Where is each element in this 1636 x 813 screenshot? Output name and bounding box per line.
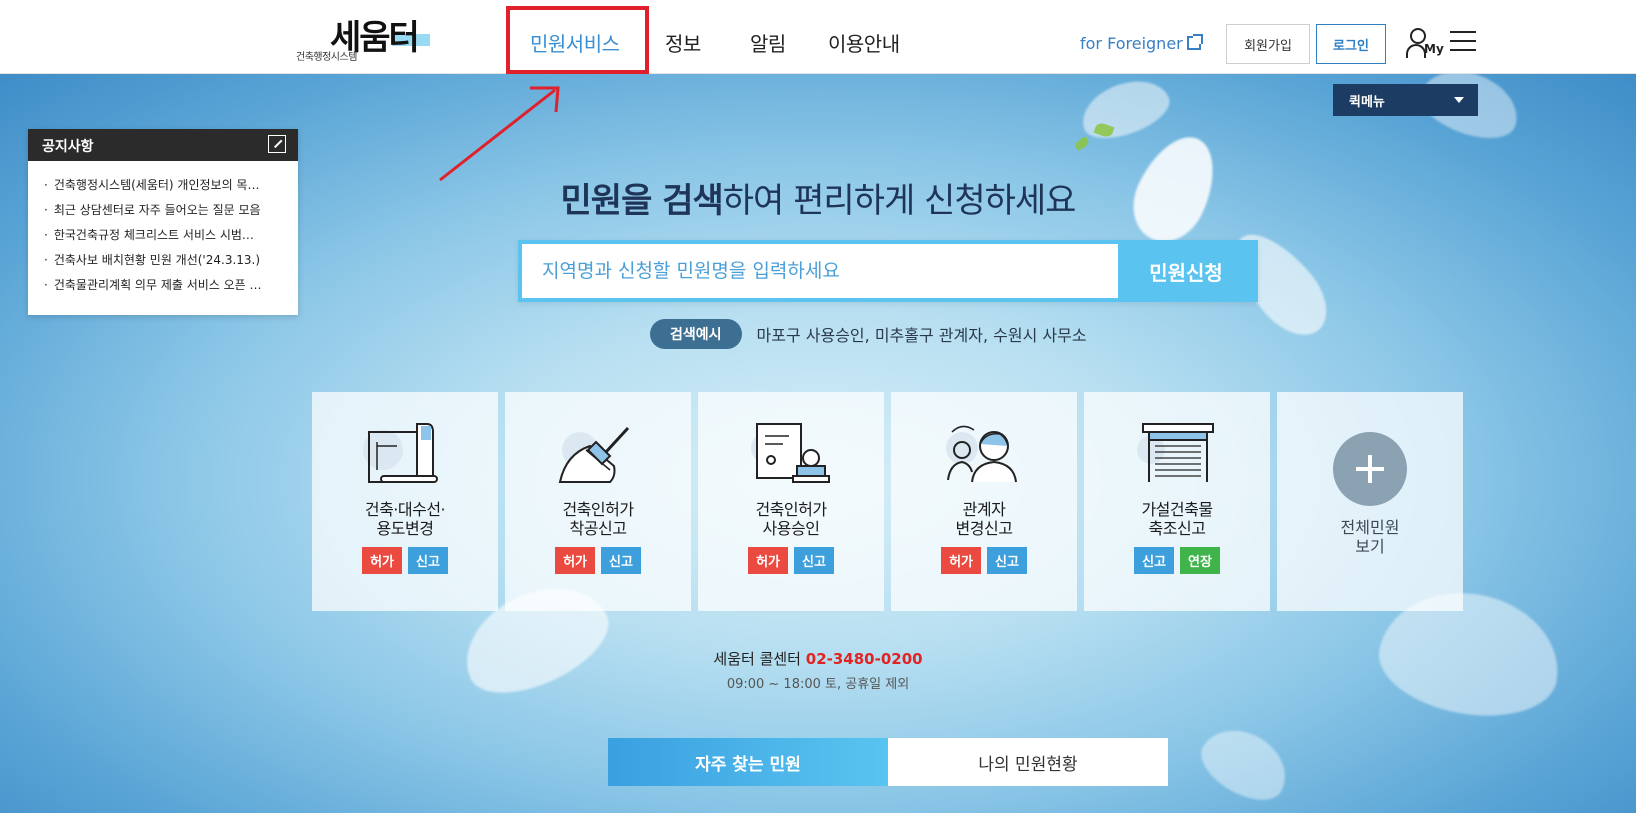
card-tags: 허가 신고 <box>312 547 498 574</box>
quick-menu-label: 퀵메뉴 <box>1349 95 1385 110</box>
card-title-line1: 관계자 <box>962 500 1006 519</box>
call-center-hours: 09:00 ~ 18:00 토, 공휴일 제외 <box>726 677 910 692</box>
external-link-icon <box>1186 34 1203 50</box>
my-page-icon[interactable]: My <box>1406 28 1444 60</box>
header: 세움터 건축행정시스템 민원서비스 정보 알림 이용안내 for Foreign… <box>0 0 1636 74</box>
permit-tag[interactable]: 허가 <box>748 547 788 574</box>
join-button[interactable]: 회원가입 <box>1226 24 1310 64</box>
for-foreigner-label: for Foreigner <box>1080 34 1183 53</box>
decorative-petal <box>1074 74 1176 148</box>
notice-title: 공지사항 <box>42 139 94 155</box>
card-title: 가설건축물 축조신고 <box>1084 500 1270 538</box>
card-title: 관계자 변경신고 <box>891 500 1077 538</box>
notice-list: 건축행정시스템(세움터) 개인정보의 목… 최근 상담센터로 자주 들어오는 질… <box>28 161 298 298</box>
annotation-arrow <box>439 86 560 182</box>
report-tag[interactable]: 신고 <box>794 547 834 574</box>
user-body-shape <box>1406 44 1426 58</box>
nav-info[interactable]: 정보 <box>665 28 701 57</box>
search-example: 검색예시 마포구 사용승인, 미추홀구 관계자, 수원시 사무소 <box>650 319 1087 349</box>
report-tag[interactable]: 신고 <box>1134 547 1174 574</box>
call-center: 세움터 콜센터 02-3480-0200 09:00 ~ 18:00 토, 공휴… <box>0 648 1636 692</box>
nav-notice[interactable]: 알림 <box>750 28 786 57</box>
civil-apply-button[interactable]: 민원신청 <box>1118 244 1254 298</box>
card-title-line2: 착공신고 <box>569 519 627 538</box>
seumter-logo[interactable]: 세움터 건축행정시스템 <box>296 14 436 63</box>
card-tags: 허가 신고 <box>698 547 884 574</box>
tab-frequent-services[interactable]: 자주 찾는 민원 <box>608 738 888 786</box>
card-title-line1: 건축인허가 <box>562 500 634 519</box>
notice-item[interactable]: 건축물관리계획 의무 제출 서비스 오픈 … <box>44 273 288 298</box>
search-example-text: 마포구 사용승인, 미추홀구 관계자, 수원시 사무소 <box>756 326 1087 345</box>
report-tag[interactable]: 신고 <box>408 547 448 574</box>
card-title-line2: 변경신고 <box>955 519 1013 538</box>
report-tag[interactable]: 신고 <box>601 547 641 574</box>
headline-rest: 하여 편리하게 신청하세요 <box>722 181 1077 221</box>
notice-item[interactable]: 한국건축규정 체크리스트 서비스 시범… <box>44 223 288 248</box>
permit-tag[interactable]: 허가 <box>362 547 402 574</box>
decorative-leaf <box>1073 136 1091 151</box>
all-services-title: 전체민원 보기 <box>1277 518 1463 556</box>
annotation-highlight-box <box>506 6 649 74</box>
card-temporary-building[interactable]: 가설건축물 축조신고 신고 연장 <box>1084 392 1270 611</box>
search-input[interactable] <box>522 244 1118 298</box>
card-title: 건축인허가 착공신고 <box>505 500 691 538</box>
open-external-icon[interactable] <box>268 135 286 153</box>
notice-header: 공지사항 <box>28 129 298 161</box>
for-foreigner-link[interactable]: for Foreigner <box>1080 34 1203 53</box>
card-title: 건축·대수선· 용도변경 <box>312 500 498 538</box>
all-services-line2: 보기 <box>1355 537 1385 556</box>
service-cards: 건축·대수선· 용도변경 허가 신고 건축인허가 착공신고 허가 신고 건축인허… <box>312 392 1463 611</box>
logo-subtitle: 건축행정시스템 <box>296 52 357 63</box>
hamburger-menu-icon[interactable] <box>1450 31 1476 53</box>
call-center-number[interactable]: 02-3480-0200 <box>806 650 923 668</box>
card-tags: 허가 신고 <box>505 547 691 574</box>
headline-bold: 민원을 검색 <box>560 181 724 221</box>
card-title-line2: 축조신고 <box>1148 519 1206 538</box>
decorative-petal <box>1191 715 1299 813</box>
notice-item[interactable]: 건축행정시스템(세움터) 개인정보의 목… <box>44 173 288 198</box>
notice-panel: 공지사항 건축행정시스템(세움터) 개인정보의 목… 최근 상담센터로 자주 들… <box>28 129 298 315</box>
card-construction-change[interactable]: 건축·대수선· 용도변경 허가 신고 <box>312 392 498 611</box>
tab-my-status[interactable]: 나의 민원현황 <box>888 738 1168 786</box>
blueprint-icon <box>363 423 438 483</box>
stamp-document-icon <box>751 423 830 483</box>
card-all-services[interactable]: 전체민원 보기 <box>1277 392 1463 611</box>
login-button[interactable]: 로그인 <box>1316 24 1386 64</box>
people-change-icon <box>946 425 1017 483</box>
card-construction-start[interactable]: 건축인허가 착공신고 허가 신고 <box>505 392 691 611</box>
temporary-building-icon <box>1137 423 1214 482</box>
card-title-line1: 가설건축물 <box>1141 500 1213 519</box>
search-bar: 민원신청 <box>518 240 1258 302</box>
caret-down-icon <box>1454 97 1464 103</box>
card-party-change[interactable]: 관계자 변경신고 허가 신고 <box>891 392 1077 611</box>
trowel-icon <box>558 426 630 483</box>
search-example-badge: 검색예시 <box>650 319 742 349</box>
quick-menu-dropdown[interactable]: 퀵메뉴 <box>1333 84 1478 116</box>
call-center-main: 세움터 콜센터 02-3480-0200 <box>0 648 1636 669</box>
card-title-line2: 용도변경 <box>376 519 434 538</box>
notice-item[interactable]: 최근 상담센터로 자주 들어오는 질문 모음 <box>44 198 288 223</box>
card-title: 건축인허가 사용승인 <box>698 500 884 538</box>
card-title-line1: 건축인허가 <box>755 500 827 519</box>
my-label: My <box>1424 42 1444 56</box>
nav-guide[interactable]: 이용안내 <box>828 28 900 57</box>
card-tags: 허가 신고 <box>891 547 1077 574</box>
call-center-label: 세움터 콜센터 <box>713 650 801 668</box>
card-title-line2: 사용승인 <box>762 519 820 538</box>
extension-tag[interactable]: 연장 <box>1180 547 1220 574</box>
all-services-line1: 전체민원 <box>1340 518 1400 537</box>
bottom-tabs: 자주 찾는 민원 나의 민원현황 <box>608 738 1168 786</box>
card-tags: 신고 연장 <box>1084 547 1270 574</box>
card-use-approval[interactable]: 건축인허가 사용승인 허가 신고 <box>698 392 884 611</box>
card-title-line1: 건축·대수선· <box>364 500 446 519</box>
permit-tag[interactable]: 허가 <box>941 547 981 574</box>
report-tag[interactable]: 신고 <box>987 547 1027 574</box>
permit-tag[interactable]: 허가 <box>555 547 595 574</box>
notice-item[interactable]: 건축사보 배치현황 민원 개선('24.3.13.) <box>44 248 288 273</box>
plus-icon <box>1333 432 1407 506</box>
